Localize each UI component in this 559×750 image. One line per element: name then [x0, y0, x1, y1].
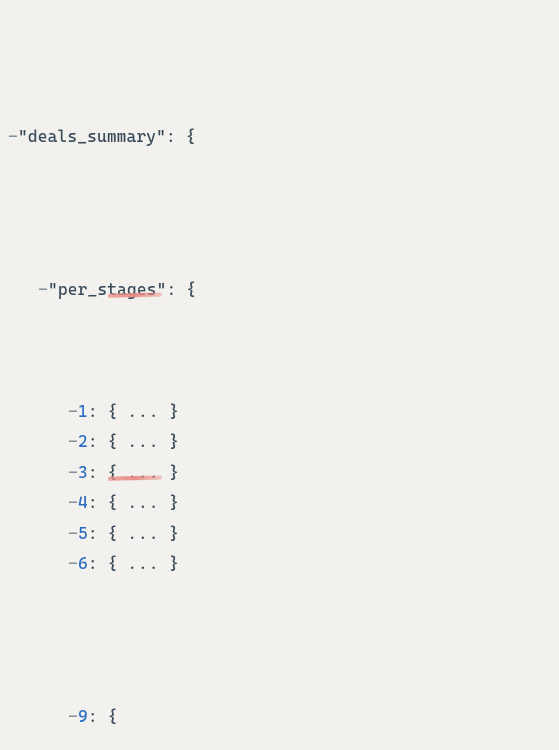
- collapse-icon[interactable]: -: [68, 702, 78, 733]
- node-stage-3[interactable]: -3: { ... }: [8, 458, 559, 489]
- node-stage-6[interactable]: -6: { ... }: [8, 549, 559, 580]
- key-stage: 2: [78, 432, 88, 451]
- expand-icon[interactable]: -: [68, 458, 78, 489]
- ellipsis[interactable]: ...: [127, 493, 159, 512]
- node-per-stages[interactable]: -"per_stages": {: [8, 275, 559, 306]
- node-stage-5[interactable]: -5: { ... }: [8, 519, 559, 550]
- collapse-icon[interactable]: -: [8, 122, 18, 153]
- ellipsis[interactable]: ...: [127, 463, 159, 482]
- expand-icon[interactable]: -: [68, 519, 78, 550]
- key-stage: 4: [78, 493, 88, 512]
- key-per-stages: per_stages: [58, 280, 157, 299]
- json-viewer: -"deals_summary": { -"per_stages": { -1:…: [0, 0, 559, 750]
- key-stage-9: 9: [78, 707, 88, 726]
- ellipsis[interactable]: ...: [127, 524, 159, 543]
- collapse-icon[interactable]: -: [38, 275, 48, 306]
- node-stage-2[interactable]: -2: { ... }: [8, 427, 559, 458]
- ellipsis[interactable]: ...: [127, 432, 159, 451]
- expand-icon[interactable]: -: [68, 488, 78, 519]
- expand-icon[interactable]: -: [68, 397, 78, 428]
- key-stage: 1: [78, 402, 88, 421]
- node-deals-summary[interactable]: -"deals_summary": {: [8, 122, 559, 153]
- key-deals-summary: deals_summary: [28, 127, 156, 146]
- node-stage-1[interactable]: -1: { ... }: [8, 397, 559, 428]
- key-stage: 3: [78, 463, 88, 482]
- ellipsis[interactable]: ...: [127, 554, 159, 573]
- node-stage-4[interactable]: -4: { ... }: [8, 488, 559, 519]
- ellipsis[interactable]: ...: [127, 402, 159, 421]
- node-stage-9[interactable]: -9: {: [8, 702, 559, 733]
- expand-icon[interactable]: -: [68, 549, 78, 580]
- key-stage: 5: [78, 524, 88, 543]
- key-stage: 6: [78, 554, 88, 573]
- expand-icon[interactable]: -: [68, 427, 78, 458]
